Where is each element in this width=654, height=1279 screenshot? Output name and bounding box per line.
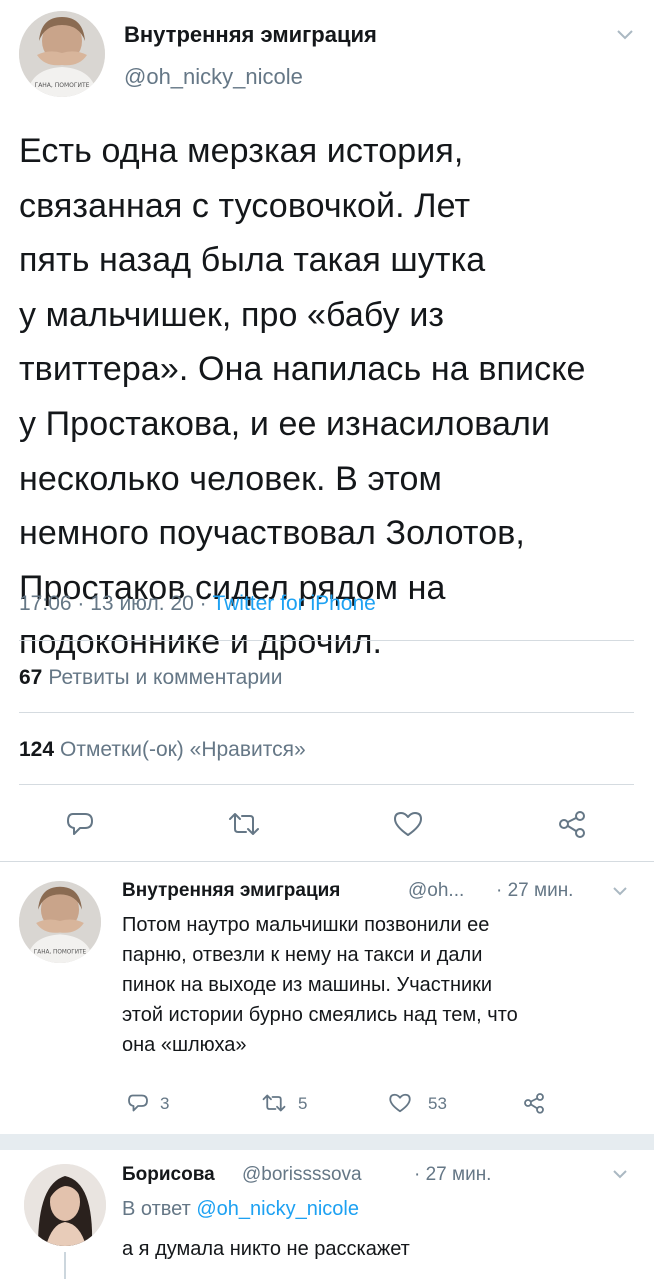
reply-line: пинок на выходе из машины. Участники (122, 974, 493, 996)
like-count: 53 (428, 1094, 447, 1113)
reply-text: а я думала никто не расскажет (122, 1238, 410, 1260)
divider (19, 712, 634, 713)
chevron-down-icon[interactable] (616, 28, 634, 42)
chevron-down-icon[interactable] (612, 885, 628, 897)
tweet-line: подоконнике и дрочил. (19, 623, 383, 662)
reply-icon[interactable] (126, 1091, 150, 1115)
likes-count: 124 (19, 738, 55, 761)
reply-line: парню, отвезли к нему на такси и дали (122, 944, 483, 966)
divider (0, 861, 654, 862)
reply-count: 3 (160, 1094, 170, 1113)
reply-line: она «шлюха» (122, 1034, 247, 1056)
author-handle[interactable]: @oh_nicky_nicole (124, 64, 303, 90)
tweet-source-link[interactable]: Twitter for iPhone (212, 592, 375, 615)
reply-author-avatar[interactable] (24, 1164, 106, 1246)
likes-label: Отметки(-ок) «Нравится» (60, 738, 306, 761)
main-tweet: ГАНА, ПОМОГИТЕ Внутренняя эмиграция @oh_… (0, 0, 654, 862)
divider (19, 640, 634, 641)
reply-line: Потом наутро мальчишки позвонили ее (122, 914, 490, 936)
tweet-line: у мальчишек, про «бабу из (19, 295, 445, 334)
reply-time: · 27 мин. (414, 1164, 492, 1185)
meta-separator: · (77, 592, 85, 615)
tweet-line: пять назад была такая шутка (19, 241, 486, 280)
like-icon[interactable] (388, 1091, 412, 1115)
thread-separator (0, 1134, 654, 1150)
tweet-line: Есть одна мерзкая история, (19, 132, 464, 170)
likes-stat[interactable]: 124 Отметки(-ок) «Нравится» (19, 738, 306, 762)
avatar-image-icon: ГАНА, ПОМОГИТЕ (19, 881, 101, 963)
tweet-line: твиттера». Она напилась на вписке (19, 350, 586, 389)
share-icon[interactable] (556, 808, 588, 840)
author-avatar[interactable]: ГАНА, ПОМОГИТЕ (19, 11, 105, 97)
reply-author-name[interactable]: Борисова (122, 1164, 215, 1186)
thread-connector (64, 1252, 66, 1279)
retweet-icon[interactable] (226, 808, 262, 840)
reply-to-mention-link[interactable]: @oh_nicky_nicole (196, 1198, 359, 1220)
tweet-line: несколько человек. В этом (19, 459, 442, 498)
reply-to-prefix: В ответ (122, 1198, 191, 1220)
tweet-line: связанная с тусовочкой. Лет (19, 186, 471, 225)
retweets-count: 67 (19, 666, 43, 689)
author-name[interactable]: Внутренняя эмиграция (124, 22, 377, 48)
chevron-down-icon[interactable] (612, 1168, 628, 1180)
meta-separator: · (199, 592, 207, 615)
reply-line: этой истории бурно смеялись над тем, что (122, 1004, 518, 1026)
avatar-image-icon (24, 1164, 106, 1246)
like-icon[interactable] (392, 808, 424, 840)
reply-author-name[interactable]: Внутренняя эмиграция (122, 880, 340, 902)
divider (19, 784, 634, 785)
svg-text:ГАНА, ПОМОГИТЕ: ГАНА, ПОМОГИТЕ (35, 82, 90, 89)
tweet-screen: ГАНА, ПОМОГИТЕ Внутренняя эмиграция @oh_… (0, 0, 654, 1279)
tweet-time: 17:06 (19, 592, 72, 615)
avatar-image-icon: ГАНА, ПОМОГИТЕ (19, 11, 105, 97)
reply-icon[interactable] (64, 808, 96, 840)
reply-author-handle[interactable]: @oh... (408, 880, 464, 902)
tweet-line: у Простакова, и ее изнасиловали (19, 404, 551, 443)
tweet-meta: 17:06 · 13 июл. 20 · Twitter for iPhone (19, 592, 376, 616)
retweet-count: 5 (298, 1094, 308, 1113)
tweet-line: немного поучаствовал Золотов, (19, 514, 525, 553)
reply-to-line: В ответ @oh_nicky_nicole (122, 1198, 359, 1221)
tweet-date: 13 июл. 20 (90, 592, 194, 615)
retweet-icon[interactable] (260, 1091, 288, 1115)
reply-time: · 27 мин. (496, 880, 574, 901)
reply-author-avatar[interactable]: ГАНА, ПОМОГИТЕ (19, 881, 101, 963)
retweets-stat[interactable]: 67 Ретвиты и комментарии (19, 666, 283, 690)
share-icon[interactable] (522, 1091, 546, 1115)
tweet-text: Есть одна мерзкая история, связанная с т… (19, 124, 644, 670)
retweets-label: Ретвиты и комментарии (48, 666, 283, 689)
svg-text:ГАНА, ПОМОГИТЕ: ГАНА, ПОМОГИТЕ (34, 949, 87, 955)
reply-text: Потом наутро мальчишки позвонили ее парн… (122, 910, 642, 1060)
reply-author-handle[interactable]: @borissssova (242, 1164, 362, 1186)
